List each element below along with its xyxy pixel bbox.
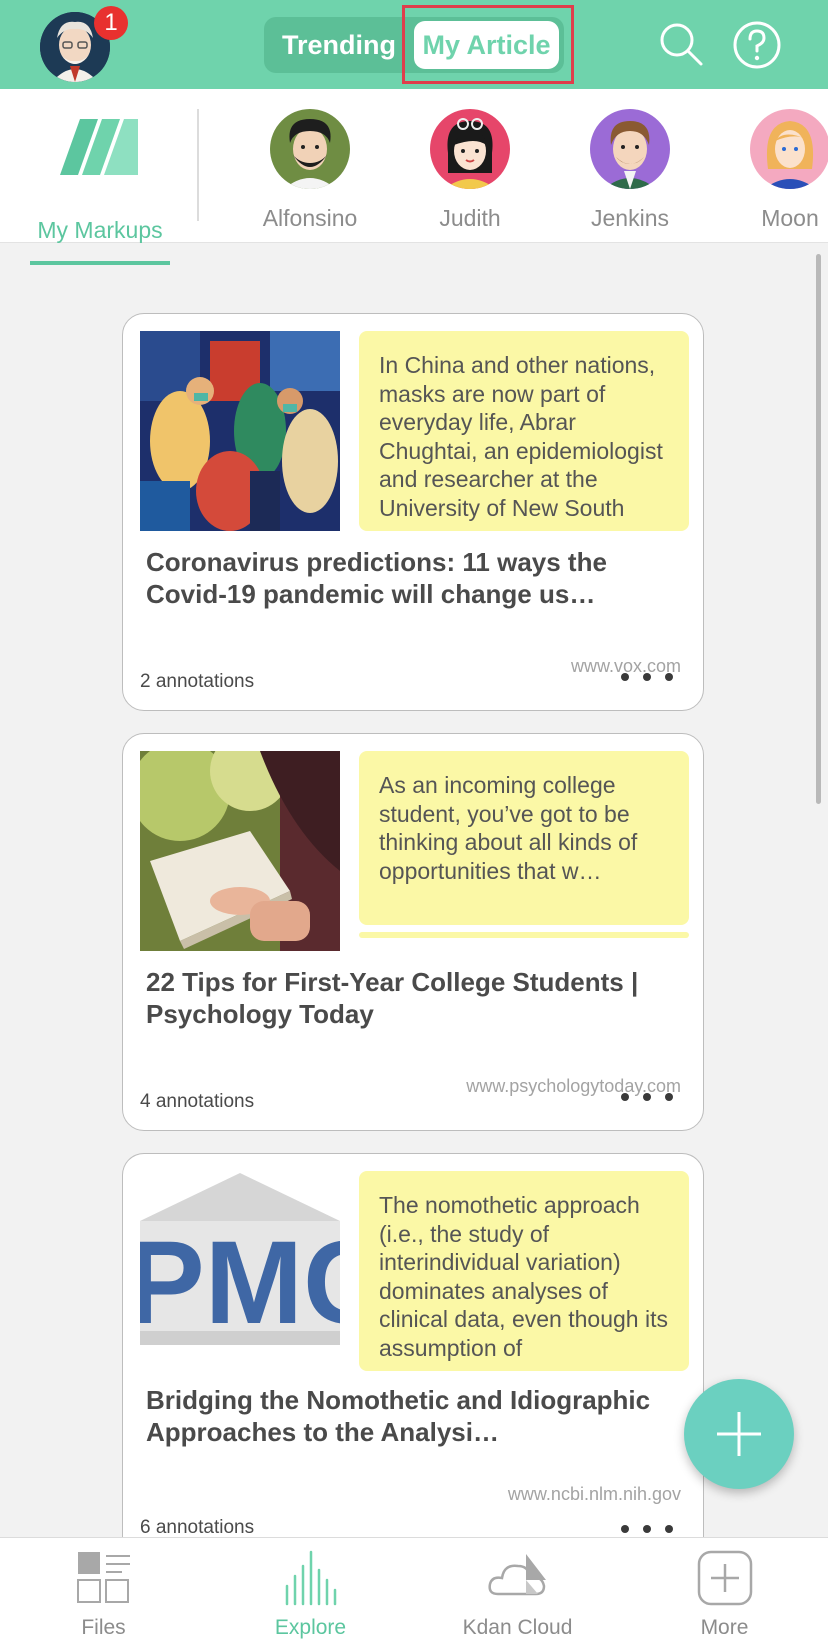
tab-more[interactable]: More bbox=[621, 1538, 828, 1652]
my-markups-tab[interactable]: My Markups bbox=[30, 113, 170, 265]
article-title: Coronavirus predictions: 11 ways the Cov… bbox=[146, 547, 607, 609]
highlight-box bbox=[402, 5, 574, 84]
files-icon bbox=[77, 1552, 130, 1603]
highlighted-quote: In China and other nations, masks are no… bbox=[359, 331, 689, 531]
friend-name: Jenkins bbox=[591, 205, 669, 231]
avatar bbox=[750, 109, 828, 189]
help-icon[interactable] bbox=[732, 20, 782, 70]
explore-icon bbox=[285, 1550, 337, 1606]
article-thumbnail bbox=[140, 751, 340, 951]
article-card[interactable]: In China and other nations, masks are no… bbox=[122, 313, 704, 711]
friend-alfonsino[interactable]: Alfonsino bbox=[240, 109, 380, 239]
annotation-count: 4 annotations bbox=[140, 1091, 255, 1112]
more-options-icon[interactable] bbox=[621, 670, 673, 684]
article-card[interactable]: As an incoming college student, you’ve g… bbox=[122, 733, 704, 1131]
notification-badge: 1 bbox=[94, 6, 128, 40]
article-title: Bridging the Nomothetic and Idiographic … bbox=[146, 1385, 651, 1447]
avatar bbox=[590, 109, 670, 189]
more-options-icon[interactable] bbox=[621, 1090, 673, 1104]
scrollbar[interactable] bbox=[816, 254, 821, 804]
tab-label: Files bbox=[81, 1616, 126, 1639]
friend-name: Judith bbox=[439, 205, 501, 231]
svg-text:PMC: PMC bbox=[140, 1217, 340, 1349]
tab-trending[interactable]: Trending bbox=[274, 17, 404, 73]
my-markups-label: My Markups bbox=[37, 217, 163, 243]
cloud-icon bbox=[488, 1554, 546, 1596]
quote-edge bbox=[359, 932, 689, 938]
highlighted-quote: As an incoming college student, you’ve g… bbox=[359, 751, 689, 925]
tab-label: Explore bbox=[274, 1616, 347, 1639]
article-card[interactable]: PMC The nomothetic approach (i.e., the s… bbox=[122, 1153, 704, 1538]
divider bbox=[197, 109, 199, 221]
search-icon[interactable] bbox=[656, 20, 706, 70]
article-domain: www.ncbi.nlm.nih.gov bbox=[507, 1484, 681, 1504]
article-title: 22 Tips for First-Year College Students … bbox=[146, 967, 639, 1029]
more-options-icon[interactable] bbox=[621, 1522, 673, 1536]
add-button[interactable] bbox=[684, 1379, 794, 1489]
bottom-tab-bar: Files Explore Kdan Cloud More bbox=[0, 1537, 828, 1652]
highlighted-quote: The nomothetic approach (i.e., the study… bbox=[359, 1171, 689, 1371]
tab-files[interactable]: Files bbox=[0, 1538, 207, 1652]
friends-row: My Markups Alfonsino Judith Jenkins Moon bbox=[0, 89, 828, 265]
more-plus-icon bbox=[697, 1550, 753, 1606]
tab-explore[interactable]: Explore bbox=[207, 1538, 414, 1652]
friend-moon[interactable]: Moon bbox=[720, 109, 828, 239]
top-bar: 1 Trending My Article bbox=[0, 0, 828, 89]
tab-kdan-cloud[interactable]: Kdan Cloud bbox=[414, 1538, 621, 1652]
tab-label: More bbox=[700, 1616, 749, 1639]
annotation-count: 2 annotations bbox=[140, 671, 255, 692]
friend-judith[interactable]: Judith bbox=[400, 109, 540, 239]
friend-name: Alfonsino bbox=[262, 205, 358, 231]
plus-icon bbox=[717, 1412, 761, 1456]
avatar bbox=[430, 109, 510, 189]
article-thumbnail: PMC bbox=[140, 1171, 340, 1371]
active-tab-indicator bbox=[30, 261, 170, 265]
avatar bbox=[270, 109, 350, 189]
article-thumbnail bbox=[140, 331, 340, 531]
tab-label: Kdan Cloud bbox=[462, 1616, 573, 1639]
friend-jenkins[interactable]: Jenkins bbox=[560, 109, 700, 239]
annotation-count: 6 annotations bbox=[140, 1517, 255, 1538]
markups-logo-icon bbox=[60, 119, 138, 175]
friend-name: Moon bbox=[761, 205, 819, 231]
